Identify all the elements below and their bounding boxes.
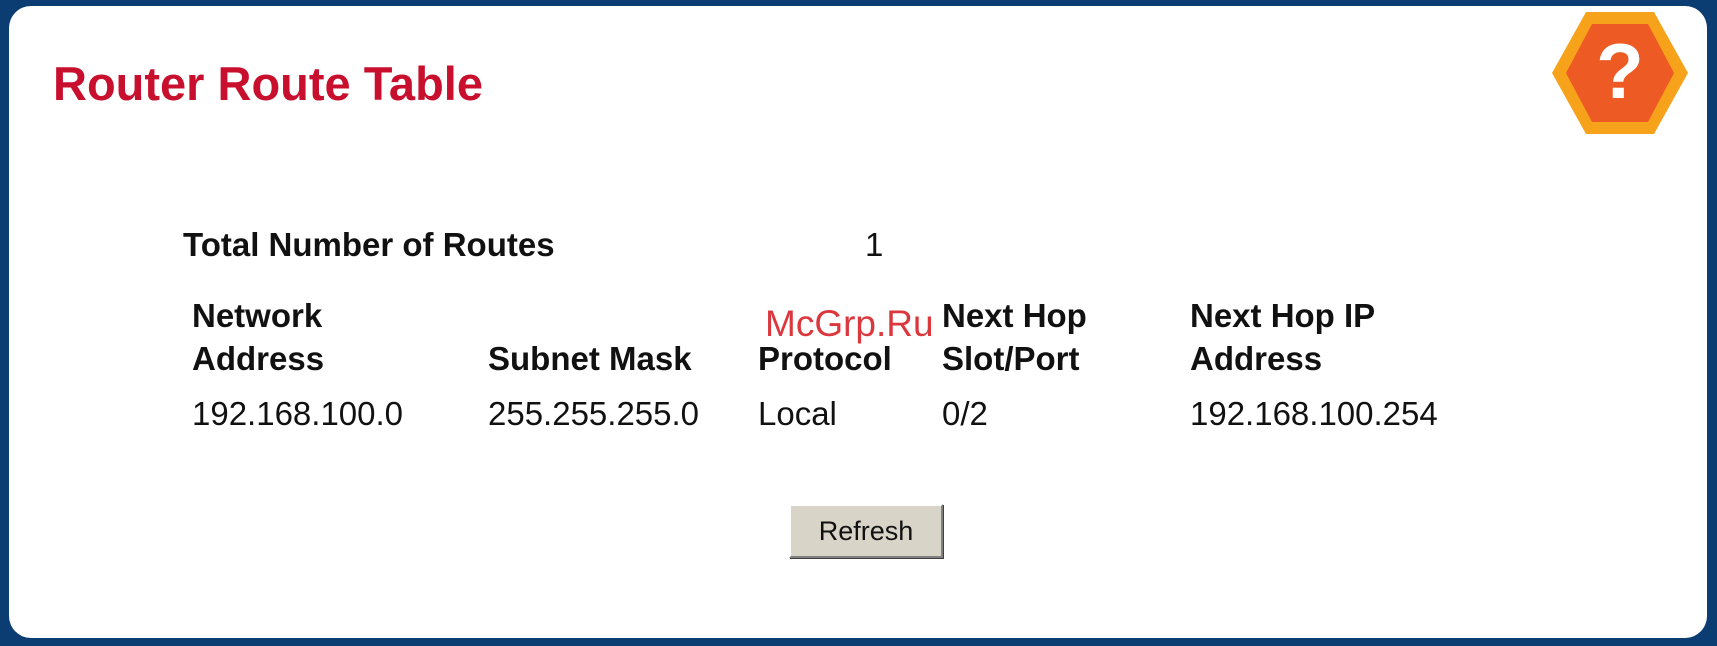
column-header-subnet-mask: Subnet Mask: [488, 340, 692, 377]
column-header-next-hop-slot-port: Next Hop Slot/Port: [942, 297, 1087, 377]
refresh-button[interactable]: Refresh: [789, 504, 943, 558]
cell-protocol: Local: [758, 395, 837, 432]
cell-next-hop-slot-port: 0/2: [942, 395, 988, 432]
total-routes-value: 1: [865, 226, 884, 263]
cell-next-hop-ip-address: 192.168.100.254: [1190, 395, 1438, 432]
page-title: Router Route Table: [53, 57, 483, 110]
cell-network-address: 192.168.100.0: [192, 395, 404, 432]
watermark: McGrp.Ru: [765, 303, 934, 344]
column-header-next-hop-ip-address: Next Hop IP Address: [1190, 297, 1376, 377]
help-icon-glyph: ?: [1596, 27, 1644, 115]
column-header-network-address: Network Address: [192, 297, 325, 377]
help-icon[interactable]: ?: [1550, 8, 1690, 138]
total-routes-label: Total Number of Routes: [183, 226, 555, 263]
table-row: 192.168.100.0 255.255.255.0 Local 0/2 19…: [192, 394, 1486, 434]
cell-subnet-mask: 255.255.255.0: [488, 395, 700, 432]
